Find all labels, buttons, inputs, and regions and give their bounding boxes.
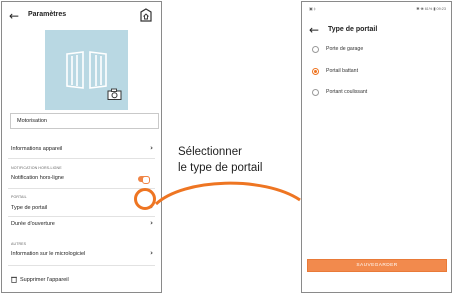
save-button[interactable]: SAUVEGARDER — [307, 259, 447, 272]
option-label: Porte de garage — [326, 46, 364, 52]
chevron-right-icon[interactable]: › — [150, 249, 153, 257]
option-swing-gate[interactable]: Portail battant — [312, 67, 442, 77]
chevron-right-icon: › — [150, 144, 153, 152]
firmware-info-row[interactable]: Information sur le micrologiciel — [11, 251, 85, 257]
portal-type-screen: ▣ ‡ ✱ ❀ 61% ▮ 09:23 ← Type de portail Po… — [301, 1, 452, 293]
delete-device-button[interactable]: Supprimer l'appareil — [20, 277, 69, 283]
device-name-field[interactable]: Motorisation — [10, 113, 159, 129]
callout-line-1: Sélectionner — [178, 146, 242, 158]
back-arrow-icon[interactable]: ← — [9, 10, 19, 22]
status-right: ✱ ❀ 61% ▮ 09:23 — [416, 7, 446, 11]
settings-screen: ← Paramètres Motorisation Informations a… — [1, 1, 162, 293]
radio-button[interactable] — [312, 89, 319, 96]
portal-section-header: PORTAIL — [11, 195, 27, 199]
portal-type-row[interactable]: Type de portail — [11, 205, 47, 211]
callout-connector — [154, 181, 301, 206]
radio-button[interactable] — [312, 46, 319, 53]
offline-section-header: NOTIFICATION HORS-LIGNE — [11, 166, 62, 170]
offline-notification-label: Notification hors-ligne — [11, 175, 64, 181]
option-sliding-gate[interactable]: Portant coulissant — [312, 88, 442, 98]
page-title: Type de portail — [328, 26, 378, 33]
radio-button-selected[interactable] — [312, 68, 319, 75]
camera-icon[interactable] — [107, 88, 122, 100]
status-left: ▣ ‡ — [309, 7, 316, 11]
opening-duration-row[interactable]: Durée d'ouverture — [11, 221, 55, 227]
status-bar: ▣ ‡ ✱ ❀ 61% ▮ 09:23 — [302, 5, 451, 13]
option-label: Portant coulissant — [326, 89, 368, 95]
other-section-header: AUTRES — [11, 242, 27, 246]
option-garage-door[interactable]: Porte de garage — [312, 45, 442, 55]
divider — [8, 265, 155, 266]
trash-icon — [11, 276, 17, 283]
divider — [8, 216, 155, 217]
home-shield-icon[interactable] — [140, 8, 152, 22]
divider — [8, 158, 155, 159]
callout-line-2: le type de portail — [178, 162, 263, 174]
highlight-ring — [134, 188, 156, 210]
page-title: Paramètres — [28, 11, 67, 18]
offline-notification-toggle[interactable] — [138, 176, 150, 184]
device-info-row[interactable]: Informations appareil — [2, 144, 161, 154]
option-label: Portail battant — [326, 68, 359, 74]
back-arrow-icon[interactable]: ← — [309, 24, 319, 36]
settings-header: ← Paramètres — [2, 2, 161, 30]
device-info-label: Informations appareil — [11, 146, 63, 152]
chevron-right-icon[interactable]: › — [150, 219, 153, 227]
divider — [8, 188, 155, 189]
